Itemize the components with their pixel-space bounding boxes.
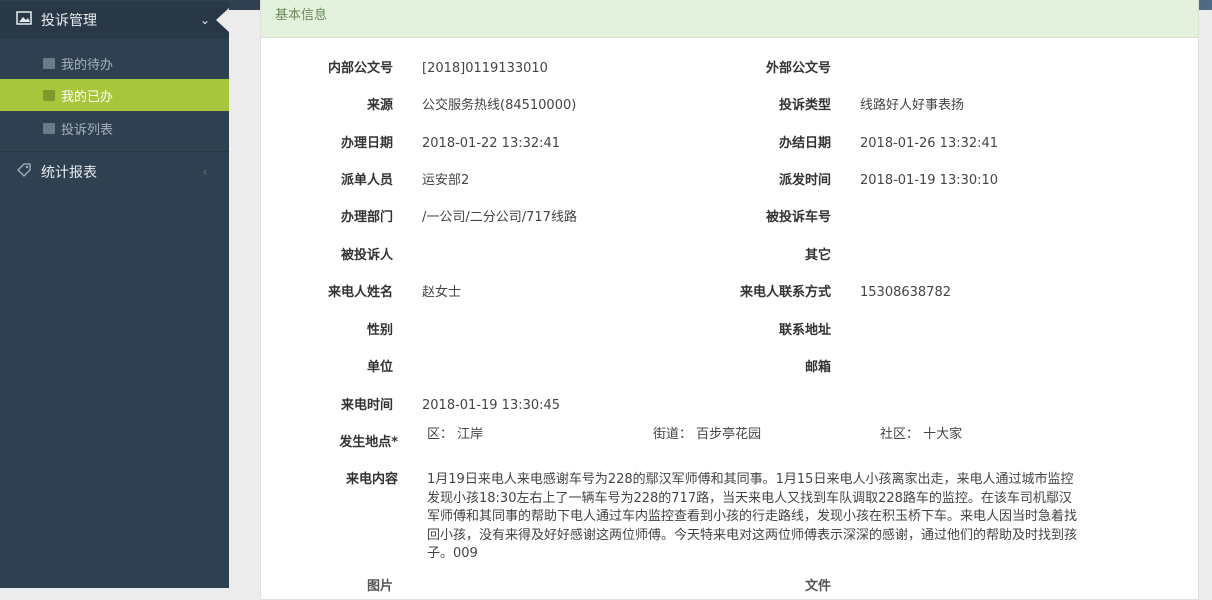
dispatcher-value: 运安部2 xyxy=(422,173,470,188)
location-street: 街道： 百步亭花园 xyxy=(653,427,762,442)
call-time-label: 来电时间 xyxy=(340,398,393,413)
external-no-label: 外部公文号 xyxy=(765,61,831,76)
internal-no-value: [2018]0119133010 xyxy=(422,61,548,76)
chevron-left-icon: ‹ xyxy=(202,165,208,179)
pictures-label: 图片 xyxy=(366,579,393,594)
mail-icon xyxy=(43,57,55,69)
sidebar-group-complaint-management[interactable]: 投诉管理 ⌄ xyxy=(0,1,229,39)
handle-dept-label: 办理部门 xyxy=(340,210,393,225)
handle-date-label: 办理日期 xyxy=(340,136,393,151)
vehicle-no-label: 被投诉车号 xyxy=(765,210,831,225)
internal-no-label: 内部公文号 xyxy=(327,61,393,76)
call-time-value: 2018-01-19 13:30:45 xyxy=(422,398,561,413)
sidebar-group-label: 统计报表 xyxy=(41,165,97,181)
sidebar-group-statistics[interactable]: 统计报表 ‹ xyxy=(0,153,229,191)
sidebar-item-label: 我的已办 xyxy=(61,89,114,105)
field-row: 派单人员 运安部2 派发时间 2018-01-19 13:30:10 xyxy=(261,171,1196,191)
source-value: 公交服务热线(84510000) xyxy=(422,98,577,113)
sidebar-item-label: 我的待办 xyxy=(61,57,114,73)
files-label: 文件 xyxy=(804,579,831,594)
field-row: 单位 邮箱 xyxy=(261,358,1196,378)
copy-icon xyxy=(43,122,55,134)
field-row: 来电人姓名 赵女士 来电人联系方式 15308638782 xyxy=(261,283,1196,303)
attachments-row: 图片 文件 xyxy=(261,577,1196,597)
caller-name-value: 赵女士 xyxy=(422,285,462,300)
handle-date-value: 2018-01-22 13:32:41 xyxy=(422,136,561,151)
gender-label: 性别 xyxy=(366,323,393,338)
caller-phone-label: 来电人联系方式 xyxy=(739,285,831,300)
picture-icon xyxy=(15,11,33,29)
chevron-down-icon: ⌄ xyxy=(199,13,211,27)
complaint-type-label: 投诉类型 xyxy=(778,98,831,113)
dispatch-time-label: 派发时间 xyxy=(778,173,831,188)
field-row: 被投诉人 其它 xyxy=(261,246,1196,266)
location-district: 区： 江岸 xyxy=(427,427,484,442)
call-content-value: 1月19日来电人来电感谢车号为228的鄢汉军师傅和其同事。1月15日来电人小孩离… xyxy=(427,472,1078,561)
basic-info-panel: 基本信息 内部公文号 [2018]0119133010 外部公文号 来源 公交服… xyxy=(260,0,1199,600)
square-icon xyxy=(43,89,55,101)
sidebar-item-my-done[interactable]: 我的已办 xyxy=(0,79,229,111)
field-row: 内部公文号 [2018]0119133010 外部公文号 xyxy=(261,59,1196,79)
sidebar-divider xyxy=(0,151,229,152)
tag-icon xyxy=(15,162,33,182)
field-row: 办理部门 /一公司/二分公司/717线路 被投诉车号 xyxy=(261,208,1196,228)
handle-dept-value: /一公司/二分公司/717线路 xyxy=(422,210,577,225)
close-date-value: 2018-01-26 13:32:41 xyxy=(860,136,999,151)
dispatch-time-value: 2018-01-19 13:30:10 xyxy=(860,173,999,188)
complainee-label: 被投诉人 xyxy=(340,248,393,263)
address-label: 联系地址 xyxy=(778,323,831,338)
sidebar-notch xyxy=(216,8,229,32)
location-label: 发生地点* xyxy=(339,435,398,450)
sidebar-item-complaint-list[interactable]: 投诉列表 xyxy=(0,112,229,144)
field-row: 来源 公交服务热线(84510000) 投诉类型 线路好人好事表扬 xyxy=(261,96,1196,116)
call-content-label: 来电内容 xyxy=(345,472,398,487)
dispatcher-label: 派单人员 xyxy=(340,173,393,188)
location-community: 社区： 十大家 xyxy=(880,427,963,442)
panel-heading: 基本信息 xyxy=(261,0,1198,38)
field-row: 办理日期 2018-01-22 13:32:41 办结日期 2018-01-26… xyxy=(261,134,1196,154)
caller-phone-value: 15308638782 xyxy=(860,285,951,300)
close-date-label: 办结日期 xyxy=(778,136,831,151)
source-label: 来源 xyxy=(366,98,393,113)
complaint-type-value: 线路好人好事表扬 xyxy=(860,98,965,113)
location-row: 发生地点* 区： 江岸 街道： 百步亭花园 社区： 十大家 xyxy=(261,427,1196,451)
sidebar: 投诉管理 ⌄ 我的待办 我的已办 投诉列表 统计报表 ‹ xyxy=(0,0,229,588)
unit-label: 单位 xyxy=(366,360,393,375)
other-label: 其它 xyxy=(804,248,831,263)
field-row: 性别 联系地址 xyxy=(261,321,1196,341)
email-label: 邮箱 xyxy=(804,360,831,375)
sidebar-item-label: 投诉列表 xyxy=(61,122,114,138)
sidebar-group-label: 投诉管理 xyxy=(41,13,97,29)
sidebar-item-my-todo[interactable]: 我的待办 xyxy=(0,47,229,79)
caller-name-label: 来电人姓名 xyxy=(327,285,393,300)
field-row: 来电时间 2018-01-19 13:30:45 xyxy=(261,396,1196,416)
